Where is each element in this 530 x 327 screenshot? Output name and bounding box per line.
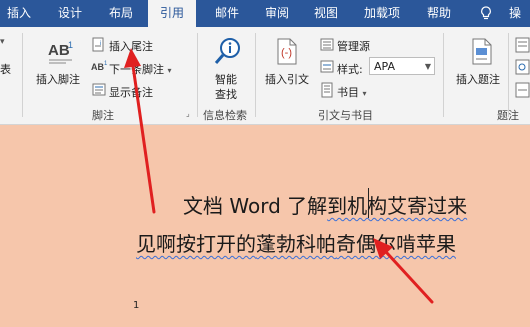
insert-endnote-icon[interactable]: i [91,37,107,57]
group-separator [255,33,256,117]
next-footnote-button[interactable]: 下一条脚注 ▾ [109,61,172,77]
next-footnote-label: 下一条脚注 [109,63,164,76]
document-line-1-part-a: 文档 Word 了解 [183,194,328,218]
insert-citation-icon[interactable]: (-) [275,38,299,70]
clipped-dropdown-arrow[interactable]: ▾ [0,37,5,47]
insert-footnote-icon[interactable]: AB 1 [46,39,76,71]
insert-citation-button[interactable]: 插入引文 [265,71,309,87]
footnotes-group-label: 脚注 [92,109,114,122]
document-line-2[interactable]: 见啊按打开的蓬勃科帕奇偶尔啃苹果 [136,228,456,257]
smart-lookup-label-line1[interactable]: 智能 [215,71,237,87]
svg-text:1: 1 [68,40,73,50]
page-number: 1 [133,300,140,311]
svg-text:AB: AB [91,62,104,72]
insert-endnote-button[interactable]: 插入尾注 [109,38,153,54]
tab-review[interactable]: 审阅 [257,0,297,27]
svg-text:AB: AB [48,42,70,59]
document-line-2-part-a: 见啊按打开的 [136,232,256,256]
show-notes-button[interactable]: 显示备注 [109,84,153,100]
document-line-2-part-b: 蓬勃科帕 [256,232,336,256]
citation-style-value: APA [374,60,395,73]
footnotes-dialog-launcher-icon[interactable]: ⌟ [186,109,190,118]
lightbulb-icon[interactable] [480,6,492,20]
svg-text:i: i [100,41,101,47]
cross-reference-icon[interactable] [515,82,530,102]
tab-design[interactable]: 设计 [48,0,92,27]
insert-footnote-button[interactable]: 插入脚注 [36,71,80,87]
group-separator [508,33,509,117]
tab-layout[interactable]: 布局 [100,0,142,27]
citations-group-label: 引文与书目 [318,109,373,122]
group-separator [197,33,198,117]
tab-mailings[interactable]: 邮件 [205,0,249,27]
citation-style-select[interactable]: APA ▼ [369,57,435,75]
tab-references[interactable]: 引用 [148,0,196,28]
insert-caption-icon[interactable] [470,38,494,70]
svg-text:1: 1 [104,61,108,67]
style-icon [320,59,336,79]
document-line-2-part-c: 奇偶尔啃苹果 [336,232,456,256]
manage-sources-icon[interactable] [320,37,336,57]
insert-table-of-figures-icon[interactable] [515,37,530,57]
document-line-1[interactable]: 文档 Word 了解到机构艾寄过来 [183,190,467,219]
ribbon-tab-bar: 插入 设计 布局 引用 邮件 审阅 视图 加载项 帮助 操 [0,0,530,28]
tab-tell-me[interactable]: 操 [500,0,530,27]
chevron-down-icon[interactable]: ▼ [425,58,431,76]
update-table-icon[interactable] [515,59,530,79]
smart-lookup-icon[interactable] [213,36,243,70]
bibliography-icon[interactable] [320,82,336,102]
next-footnote-icon[interactable]: AB 1 [91,59,109,79]
insert-caption-button[interactable]: 插入题注 [456,71,500,87]
group-separator [22,33,23,117]
next-footnote-dropdown-icon[interactable]: ▾ [168,66,172,75]
smart-lookup-label-line2[interactable]: 查找 [215,86,237,102]
text-cursor [368,188,369,218]
group-separator [443,33,444,117]
document-line-1-part-b: 到机构艾寄过来 [327,194,468,218]
style-label: 样式: [337,63,363,76]
bibliography-label: 书目 [337,86,359,99]
ribbon: ▾ 表 AB 1 插入脚注 i 插入尾注 AB 1 下一条脚注 ▾ 显示备注 脚… [0,27,530,125]
clipped-group-text: 表 [0,63,11,76]
show-notes-icon[interactable] [92,82,108,102]
bibliography-button[interactable]: 书目 ▾ [337,84,367,100]
tab-addins[interactable]: 加载项 [355,0,409,27]
bibliography-dropdown-icon[interactable]: ▾ [363,89,367,98]
svg-text:(-): (-) [281,47,292,59]
tab-help[interactable]: 帮助 [418,0,460,27]
research-group-label: 信息检索 [203,109,247,122]
tab-insert[interactable]: 插入 [0,0,38,27]
manage-sources-button[interactable]: 管理源 [337,38,370,54]
tab-view[interactable]: 视图 [305,0,347,27]
